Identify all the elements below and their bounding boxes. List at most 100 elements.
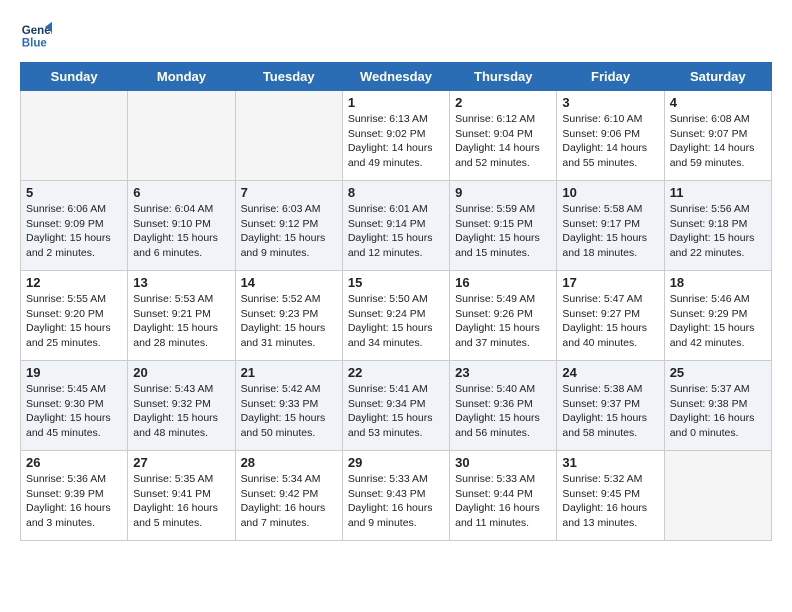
calendar-day-cell: 1Sunrise: 6:13 AM Sunset: 9:02 PM Daylig…: [342, 91, 449, 181]
day-number: 24: [562, 365, 658, 380]
day-info: Sunrise: 5:38 AM Sunset: 9:37 PM Dayligh…: [562, 382, 658, 441]
calendar-day-cell: 24 Sunrise: 5:38 AM Sunset: 9:37 PM Dayli…: [557, 361, 664, 451]
weekday-header-tuesday: Tuesday: [235, 63, 342, 91]
calendar-day-cell: 18 Sunrise: 5:46 AM Sunset: 9:29 PM Dayli…: [664, 271, 771, 361]
day-info: Sunrise: 5:47 AM Sunset: 9:27 PM Dayligh…: [562, 292, 658, 351]
calendar-day-cell: 7 Sunrise: 6:03 AM Sunset: 9:12 PM Daylig…: [235, 181, 342, 271]
calendar-day-cell: 12 Sunrise: 5:55 AM Sunset: 9:20 PM Dayli…: [21, 271, 128, 361]
day-info: Sunrise: 5:43 AM Sunset: 9:32 PM Dayligh…: [133, 382, 229, 441]
day-number: 1: [348, 95, 444, 110]
day-info: Sunrise: 5:53 AM Sunset: 9:21 PM Dayligh…: [133, 292, 229, 351]
day-info: Sunrise: 5:32 AM Sunset: 9:45 PM Dayligh…: [562, 472, 658, 531]
calendar-day-cell: 5 Sunrise: 6:06 AM Sunset: 9:09 PM Daylig…: [21, 181, 128, 271]
day-info: Sunrise: 5:46 AM Sunset: 9:29 PM Dayligh…: [670, 292, 766, 351]
calendar-day-cell: [664, 451, 771, 541]
day-number: 10: [562, 185, 658, 200]
calendar-day-cell: 8Sunrise: 6:01 AM Sunset: 9:14 PM Daylig…: [342, 181, 449, 271]
calendar-day-cell: 9 Sunrise: 5:59 AM Sunset: 9:15 PM Daylig…: [450, 181, 557, 271]
day-info: Sunrise: 5:58 AM Sunset: 9:17 PM Dayligh…: [562, 202, 658, 261]
calendar-day-cell: 21 Sunrise: 5:42 AM Sunset: 9:33 PM Dayli…: [235, 361, 342, 451]
day-info: Sunrise: 6:04 AM Sunset: 9:10 PM Dayligh…: [133, 202, 229, 261]
calendar-day-cell: 3 Sunrise: 6:10 AM Sunset: 9:06 PM Daylig…: [557, 91, 664, 181]
calendar-day-cell: 23 Sunrise: 5:40 AM Sunset: 9:36 PM Dayli…: [450, 361, 557, 451]
day-number: 16: [455, 275, 551, 290]
calendar-day-cell: 10 Sunrise: 5:58 AM Sunset: 9:17 PM Dayli…: [557, 181, 664, 271]
day-number: 3: [562, 95, 658, 110]
day-number: 29: [348, 455, 444, 470]
calendar-day-cell: [235, 91, 342, 181]
day-number: 19: [26, 365, 122, 380]
day-info: Sunrise: 5:55 AM Sunset: 9:20 PM Dayligh…: [26, 292, 122, 351]
day-info: Sunrise: 6:12 AM Sunset: 9:04 PM Dayligh…: [455, 112, 551, 171]
weekday-header-thursday: Thursday: [450, 63, 557, 91]
day-info: Sunrise: 6:06 AM Sunset: 9:09 PM Dayligh…: [26, 202, 122, 261]
day-number: 17: [562, 275, 658, 290]
day-number: 8: [348, 185, 444, 200]
calendar-day-cell: 28 Sunrise: 5:34 AM Sunset: 9:42 PM Dayli…: [235, 451, 342, 541]
svg-text:Blue: Blue: [22, 38, 48, 50]
day-info: Sunrise: 5:34 AM Sunset: 9:42 PM Dayligh…: [241, 472, 337, 531]
day-info: Sunrise: 5:35 AM Sunset: 9:41 PM Dayligh…: [133, 472, 229, 531]
day-info: Sunrise: 5:33 AM Sunset: 9:44 PM Dayligh…: [455, 472, 551, 531]
calendar-day-cell: 11 Sunrise: 5:56 AM Sunset: 9:18 PM Dayli…: [664, 181, 771, 271]
logo-icon: General Blue: [20, 20, 52, 52]
day-info: Sunrise: 6:08 AM Sunset: 9:07 PM Dayligh…: [670, 112, 766, 171]
calendar-day-cell: 4 Sunrise: 6:08 AM Sunset: 9:07 PM Daylig…: [664, 91, 771, 181]
day-number: 4: [670, 95, 766, 110]
day-info: Sunrise: 5:37 AM Sunset: 9:38 PM Dayligh…: [670, 382, 766, 441]
day-info: Sunrise: 5:56 AM Sunset: 9:18 PM Dayligh…: [670, 202, 766, 261]
day-number: 28: [241, 455, 337, 470]
day-number: 27: [133, 455, 229, 470]
day-info: Sunrise: 5:45 AM Sunset: 9:30 PM Dayligh…: [26, 382, 122, 441]
day-number: 7: [241, 185, 337, 200]
calendar-day-cell: 19 Sunrise: 5:45 AM Sunset: 9:30 PM Dayli…: [21, 361, 128, 451]
day-number: 21: [241, 365, 337, 380]
weekday-header-row: SundayMondayTuesdayWednesdayThursdayFrid…: [21, 63, 772, 91]
calendar-day-cell: 26Sunrise: 5:36 AM Sunset: 9:39 PM Dayli…: [21, 451, 128, 541]
day-number: 20: [133, 365, 229, 380]
weekday-header-sunday: Sunday: [21, 63, 128, 91]
day-number: 23: [455, 365, 551, 380]
calendar-day-cell: 6Sunrise: 6:04 AM Sunset: 9:10 PM Daylig…: [128, 181, 235, 271]
calendar-week-row: 12 Sunrise: 5:55 AM Sunset: 9:20 PM Dayli…: [21, 271, 772, 361]
day-info: Sunrise: 6:10 AM Sunset: 9:06 PM Dayligh…: [562, 112, 658, 171]
day-info: Sunrise: 5:52 AM Sunset: 9:23 PM Dayligh…: [241, 292, 337, 351]
calendar-day-cell: 14 Sunrise: 5:52 AM Sunset: 9:23 PM Dayli…: [235, 271, 342, 361]
day-number: 26: [26, 455, 122, 470]
day-number: 18: [670, 275, 766, 290]
day-info: Sunrise: 5:49 AM Sunset: 9:26 PM Dayligh…: [455, 292, 551, 351]
logo: General Blue: [20, 20, 56, 52]
day-number: 14: [241, 275, 337, 290]
calendar-day-cell: 20 Sunrise: 5:43 AM Sunset: 9:32 PM Dayli…: [128, 361, 235, 451]
day-info: Sunrise: 5:42 AM Sunset: 9:33 PM Dayligh…: [241, 382, 337, 441]
calendar-day-cell: 27 Sunrise: 5:35 AM Sunset: 9:41 PM Dayli…: [128, 451, 235, 541]
page-header: General Blue: [20, 20, 772, 52]
day-number: 30: [455, 455, 551, 470]
calendar-week-row: 1Sunrise: 6:13 AM Sunset: 9:02 PM Daylig…: [21, 91, 772, 181]
day-number: 15: [348, 275, 444, 290]
calendar-day-cell: [128, 91, 235, 181]
day-number: 13: [133, 275, 229, 290]
day-info: Sunrise: 5:50 AM Sunset: 9:24 PM Dayligh…: [348, 292, 444, 351]
day-info: Sunrise: 6:03 AM Sunset: 9:12 PM Dayligh…: [241, 202, 337, 261]
day-number: 31: [562, 455, 658, 470]
weekday-header-friday: Friday: [557, 63, 664, 91]
day-number: 12: [26, 275, 122, 290]
calendar-week-row: 5 Sunrise: 6:06 AM Sunset: 9:09 PM Daylig…: [21, 181, 772, 271]
calendar-day-cell: 30 Sunrise: 5:33 AM Sunset: 9:44 PM Dayli…: [450, 451, 557, 541]
day-number: 9: [455, 185, 551, 200]
day-info: Sunrise: 5:33 AM Sunset: 9:43 PM Dayligh…: [348, 472, 444, 531]
weekday-header-monday: Monday: [128, 63, 235, 91]
day-info: Sunrise: 5:40 AM Sunset: 9:36 PM Dayligh…: [455, 382, 551, 441]
day-number: 2: [455, 95, 551, 110]
day-number: 25: [670, 365, 766, 380]
day-info: Sunrise: 5:59 AM Sunset: 9:15 PM Dayligh…: [455, 202, 551, 261]
day-number: 11: [670, 185, 766, 200]
weekday-header-wednesday: Wednesday: [342, 63, 449, 91]
calendar-day-cell: 16 Sunrise: 5:49 AM Sunset: 9:26 PM Dayli…: [450, 271, 557, 361]
calendar-day-cell: 2 Sunrise: 6:12 AM Sunset: 9:04 PM Daylig…: [450, 91, 557, 181]
day-number: 5: [26, 185, 122, 200]
calendar-table: SundayMondayTuesdayWednesdayThursdayFrid…: [20, 62, 772, 541]
calendar-day-cell: 25 Sunrise: 5:37 AM Sunset: 9:38 PM Dayli…: [664, 361, 771, 451]
calendar-day-cell: 29 Sunrise: 5:33 AM Sunset: 9:43 PM Dayli…: [342, 451, 449, 541]
